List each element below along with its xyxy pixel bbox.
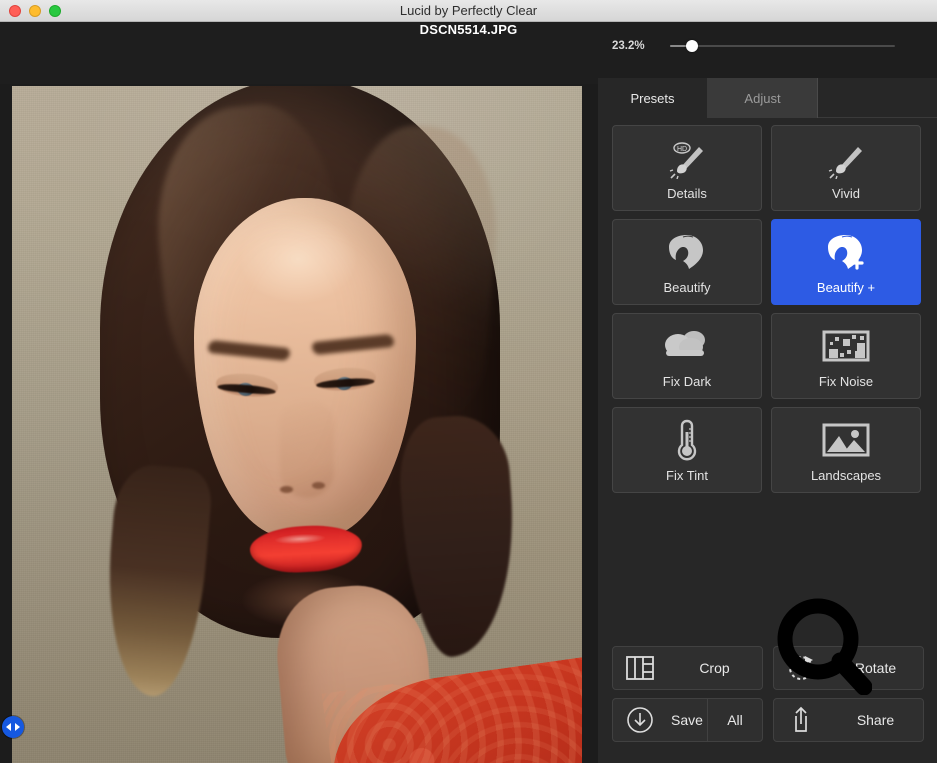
left-right-arrows-icon xyxy=(6,723,20,731)
preset-beautify-plus[interactable]: Beautify + xyxy=(771,219,921,305)
save-button-label: Save xyxy=(671,712,703,728)
rotate-button[interactable]: Rotate xyxy=(773,646,924,690)
thermometer-icon xyxy=(672,418,702,462)
preset-fix-dark-label: Fix Dark xyxy=(662,373,712,389)
crop-button-label: Crop xyxy=(699,660,730,676)
app-window: Lucid by Perfectly Clear DSCN5514.JPG 23… xyxy=(0,0,937,763)
preset-beautify-label: Beautify xyxy=(663,279,711,295)
crop-panels-icon xyxy=(613,655,667,681)
zoom-slider[interactable] xyxy=(670,38,895,54)
face-plus-icon xyxy=(824,230,868,274)
noise-icon xyxy=(822,324,870,368)
preset-fix-noise[interactable]: Fix Noise xyxy=(771,313,921,399)
save-button[interactable]: Save All xyxy=(612,698,763,742)
preset-fix-noise-label: Fix Noise xyxy=(818,373,874,389)
right-sidebar: Presets Adjust HD Details Vivid Beautify… xyxy=(598,78,937,763)
sidebar-tabs: Presets Adjust xyxy=(598,78,937,118)
face-icon xyxy=(665,230,709,274)
preset-vivid[interactable]: Vivid xyxy=(771,125,921,211)
preset-landscapes-label: Landscapes xyxy=(810,467,882,483)
zoom-percent-label: 23.2% xyxy=(612,40,645,52)
preset-fix-dark[interactable]: Fix Dark xyxy=(612,313,762,399)
preset-details[interactable]: HD Details xyxy=(612,125,762,211)
window-titlebar: Lucid by Perfectly Clear xyxy=(0,0,937,22)
download-circle-icon xyxy=(613,706,667,734)
share-button-label: Share xyxy=(856,712,895,728)
brush-icon xyxy=(824,136,868,180)
zoom-slider-handle[interactable] xyxy=(686,40,698,52)
svg-text:HD: HD xyxy=(677,146,687,153)
crop-button[interactable]: Crop xyxy=(612,646,763,690)
file-name-label: DSCN5514.JPG xyxy=(419,22,518,37)
preset-fix-tint[interactable]: Fix Tint xyxy=(612,407,762,493)
share-button[interactable]: Share xyxy=(773,698,924,742)
tabs-filler xyxy=(818,78,937,117)
preset-details-label: Details xyxy=(667,185,707,201)
tab-presets-label: Presets xyxy=(630,90,675,106)
landscape-icon xyxy=(822,418,870,462)
photo-vignette xyxy=(12,86,582,763)
share-box-icon xyxy=(774,705,828,735)
tab-adjust-label: Adjust xyxy=(744,90,781,106)
tab-adjust[interactable]: Adjust xyxy=(708,78,818,118)
action-buttons: Crop Rotate Save All Share xyxy=(612,646,924,742)
before-after-toggle-button[interactable] xyxy=(2,716,24,738)
preset-vivid-label: Vivid xyxy=(832,185,860,201)
preset-fix-tint-label: Fix Tint xyxy=(666,467,708,483)
window-title: Lucid by Perfectly Clear xyxy=(399,3,538,18)
brush-hd-icon: HD xyxy=(665,136,709,180)
preset-landscapes[interactable]: Landscapes xyxy=(771,407,921,493)
presets-grid: HD Details Vivid Beautify Beautify + Fix… xyxy=(612,125,924,493)
photo-image xyxy=(12,86,582,763)
tab-presets[interactable]: Presets xyxy=(598,78,708,118)
rotate-button-label: Rotate xyxy=(854,660,897,676)
clouds-icon xyxy=(664,324,710,368)
preset-beautify[interactable]: Beautify xyxy=(612,219,762,305)
preset-beautify-plus-label: Beautify + xyxy=(816,279,876,295)
save-all-button[interactable]: All xyxy=(708,712,762,728)
zoom-slider-track xyxy=(670,45,895,47)
rotate-dashed-icon xyxy=(774,654,828,682)
zoom-control: 23.2% xyxy=(612,38,895,54)
photo-preview[interactable] xyxy=(12,86,582,763)
